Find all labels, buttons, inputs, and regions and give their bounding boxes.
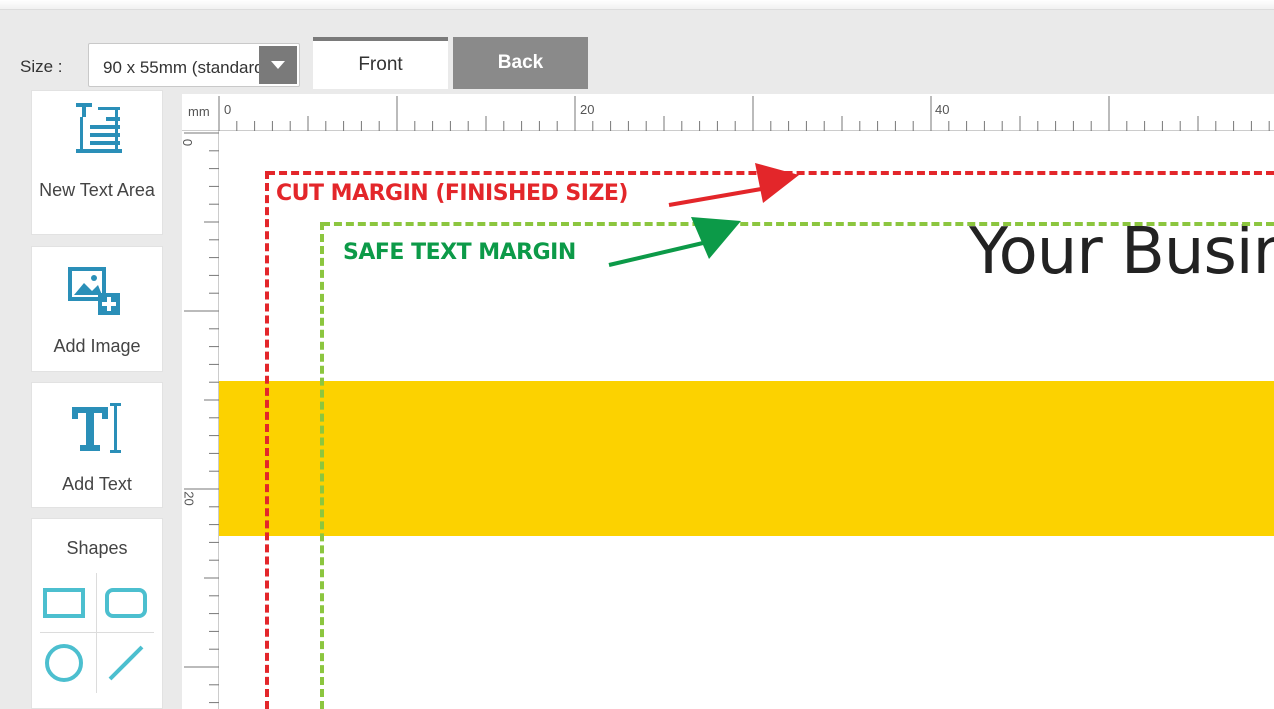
tab-front[interactable]: Front: [313, 37, 448, 89]
add-image-icon: [68, 267, 120, 315]
shapes-label: Shapes: [66, 538, 128, 558]
add-image-button[interactable]: Add Image: [31, 246, 163, 372]
tab-back[interactable]: Back: [453, 37, 588, 89]
circle-icon[interactable]: [42, 641, 88, 685]
ruler-top: mm 0 20 40: [182, 94, 1274, 131]
shapes-divider-h: [40, 632, 154, 633]
add-image-label: Add Image: [53, 336, 141, 356]
ruler-left-mark-20: 20: [181, 491, 197, 506]
ruler-top-mark-20: 20: [580, 102, 595, 117]
rounded-rectangle-icon[interactable]: [104, 585, 150, 621]
ruler-left: 0 20: [180, 131, 219, 709]
chevron-down-icon[interactable]: [259, 46, 297, 84]
safe-margin-arrow: [608, 217, 741, 267]
line-icon[interactable]: [104, 641, 150, 685]
ruler-left-ticks: [184, 132, 219, 704]
size-select-value: 90 x 55mm (standard): [103, 58, 259, 77]
size-select[interactable]: 90 x 55mm (standard): [88, 43, 300, 87]
cut-margin-arrow: [668, 163, 799, 207]
add-text-label: Add Text: [62, 474, 132, 494]
text-cursor-icon: [72, 403, 121, 453]
top-edge: [0, 0, 1274, 10]
ruler-top-mark-40: 40: [935, 102, 950, 117]
new-text-area-button[interactable]: New Text Area: [31, 90, 163, 235]
new-text-area-label: New Text Area: [39, 180, 155, 200]
text-area-icon: [76, 103, 122, 153]
add-text-button[interactable]: Add Text: [31, 382, 163, 508]
ruler-left-mark-0: 0: [180, 138, 196, 147]
annotation-arrows: [608, 163, 799, 267]
ruler-top-mark-0: 0: [224, 102, 232, 117]
shapes-divider-v: [96, 573, 97, 693]
ruler-unit: mm: [188, 104, 210, 119]
size-label: Size :: [20, 57, 63, 76]
shapes-panel: Shapes: [31, 518, 163, 709]
design-canvas[interactable]: Your Business Name CUT MARGIN (FINISHED …: [219, 131, 1274, 709]
rectangle-icon[interactable]: [42, 585, 88, 621]
ruler-top-ticks: [218, 96, 1270, 131]
